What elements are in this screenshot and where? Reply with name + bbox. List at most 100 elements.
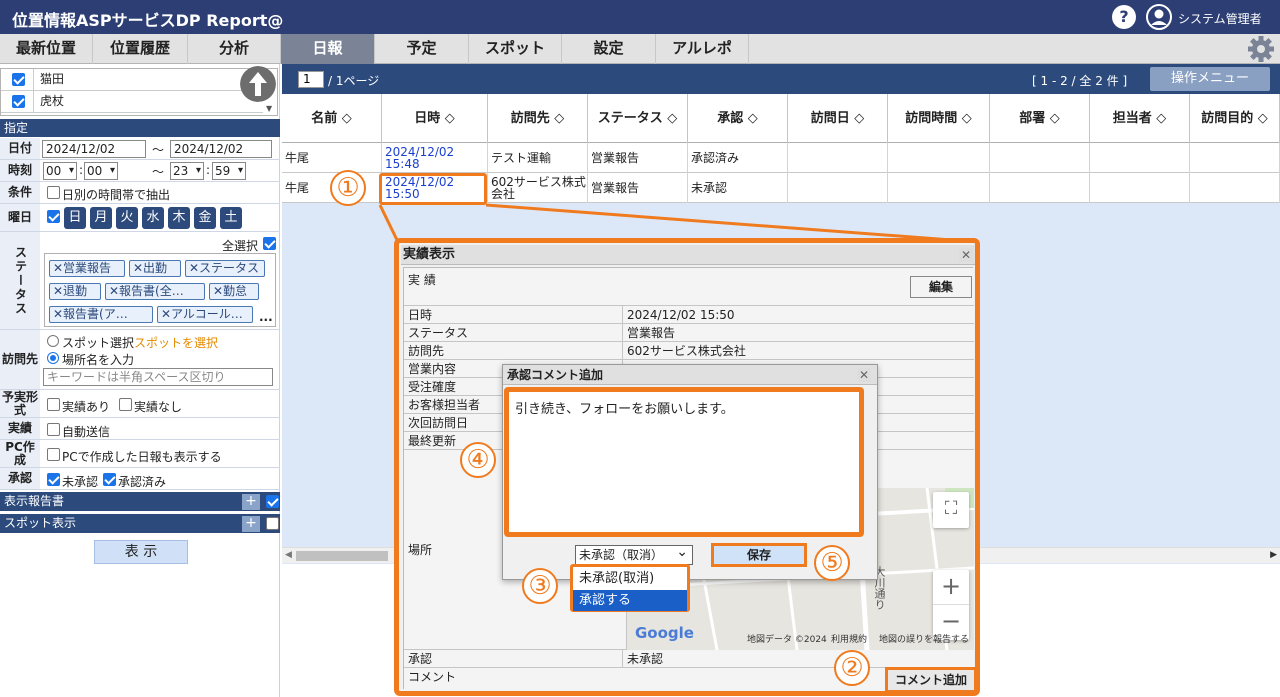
time-from-minute-select[interactable]: 00 <box>84 162 118 180</box>
col-visit-date[interactable]: 訪問日 ◇ <box>788 94 888 143</box>
user-name[interactable]: システム管理者 <box>1178 10 1262 27</box>
approval-select[interactable]: 未承認（取消） <box>575 543 693 565</box>
day-wed-button[interactable]: 水 <box>142 207 164 229</box>
scroll-left-icon[interactable]: ◀ <box>285 550 292 560</box>
cell-status: 営業報告 <box>588 143 688 173</box>
approved-label: 承認済み <box>118 475 167 489</box>
edit-button[interactable]: 編集 <box>910 276 972 298</box>
time-from-hour-select[interactable]: 00 <box>43 162 77 180</box>
cell-empty <box>888 173 990 203</box>
zoom-in-button[interactable]: + <box>933 570 969 605</box>
unapproved-checkbox[interactable] <box>47 473 60 486</box>
day-mon-button[interactable]: 月 <box>90 207 112 229</box>
sidebar: 猫田 虎杖 ▼ 指定 日付 2024/12/02 〜 2024/12/02 時刻… <box>0 64 280 697</box>
status-tag[interactable]: ✕アルコール… <box>157 306 253 323</box>
pc-checkbox[interactable] <box>47 448 60 461</box>
fullscreen-icon[interactable]: ⛶ <box>933 492 969 528</box>
auto-send-checkbox[interactable] <box>47 423 60 436</box>
operation-menu-button[interactable]: 操作メニュー <box>1150 67 1270 91</box>
day-sun-button[interactable]: 日 <box>64 207 86 229</box>
col-approval[interactable]: 承認 ◇ <box>688 94 788 143</box>
has-actual-checkbox[interactable] <box>47 398 60 411</box>
status-tag[interactable]: ✕ステータス <box>185 260 265 277</box>
col-department[interactable]: 部署 ◇ <box>990 94 1090 143</box>
add-comment-button[interactable]: コメント追加 <box>885 667 977 693</box>
page-input[interactable]: 1 <box>298 71 324 88</box>
status-tag[interactable]: ✕報告書(ア… <box>49 306 153 323</box>
scroll-top-icon[interactable] <box>240 66 276 102</box>
tab-analysis[interactable]: 分析 <box>188 34 281 64</box>
table-row[interactable]: 牛尾 2024/12/02 15:48 テスト運輸 営業報告 承認済み <box>282 143 1280 173</box>
report-checkbox[interactable] <box>266 495 279 508</box>
day-sat-button[interactable]: 土 <box>220 207 242 229</box>
no-actual-checkbox[interactable] <box>119 398 132 411</box>
user-row[interactable]: 猫田 <box>1 69 263 91</box>
approved-checkbox[interactable] <box>103 473 116 486</box>
help-icon[interactable]: ? <box>1112 5 1136 29</box>
cell-status: 営業報告 <box>588 173 688 203</box>
status-tag[interactable]: ✕出勤 <box>129 260 181 277</box>
tab-location-history[interactable]: 位置履歴 <box>93 34 188 64</box>
result-range: [ 1 - 2 / 全 2 件 ] <box>1032 74 1128 88</box>
report-plus-button[interactable]: + <box>242 494 260 510</box>
select-all-checkbox[interactable] <box>263 237 276 250</box>
scroll-right-icon[interactable]: ▶ <box>1270 550 1277 560</box>
close-icon[interactable]: ✕ <box>857 368 871 382</box>
day-tue-button[interactable]: 火 <box>116 207 138 229</box>
spot-select-radio[interactable] <box>47 335 59 347</box>
user-checkbox[interactable] <box>12 95 25 108</box>
app-window: 位置情報ASPサービスDP Report@ ? システム管理者 最新位置 位置履… <box>0 0 1280 697</box>
visit-row: 訪問先 スポット選択 スポットを選択 場所名を入力 キーワードは半角スペース区切… <box>0 330 280 390</box>
tab-alreport[interactable]: アルレポ <box>656 34 749 64</box>
tab-spot[interactable]: スポット <box>469 34 562 64</box>
spot-plus-button[interactable]: + <box>242 516 260 532</box>
tab-daily-report[interactable]: 日報 <box>281 34 375 64</box>
day-thu-button[interactable]: 木 <box>168 207 190 229</box>
col-visit-time[interactable]: 訪問時間 ◇ <box>888 94 990 143</box>
time-to-hour-select[interactable]: 23 <box>170 162 204 180</box>
col-datetime[interactable]: 日時 ◇ <box>382 94 488 143</box>
date-label: 日付 <box>0 138 40 159</box>
comment-textarea[interactable]: 引き続き、フォローをお願いします。 <box>504 387 864 537</box>
user-checkbox[interactable] <box>12 73 25 86</box>
option-unapprove[interactable]: 未承認(取消) <box>573 568 687 589</box>
date-to-input[interactable]: 2024/12/02 <box>170 140 272 158</box>
user-row[interactable]: 虎杖 <box>1 91 263 113</box>
map-report-link[interactable]: 地図の誤りを報告する <box>879 632 969 645</box>
condition-checkbox[interactable] <box>47 186 60 199</box>
chevron-down-icon[interactable]: ▼ <box>266 104 272 113</box>
time-to-minute-select[interactable]: 59 <box>212 162 246 180</box>
tab-latest-location[interactable]: 最新位置 <box>0 34 93 64</box>
map-terms-link[interactable]: 利用規約 <box>831 632 867 645</box>
tab-schedule[interactable]: 予定 <box>375 34 469 64</box>
col-name[interactable]: 名前 ◇ <box>282 94 382 143</box>
option-approve[interactable]: 承認する <box>573 590 687 611</box>
field-value: 営業報告 <box>622 324 974 341</box>
condition-option: 日別の時間帯で抽出 <box>62 188 171 202</box>
tab-settings[interactable]: 設定 <box>562 34 656 64</box>
cell-datetime-link[interactable]: 2024/12/02 15:48 <box>382 143 488 173</box>
status-tag[interactable]: ✕勤怠 <box>209 283 259 300</box>
user-icon[interactable] <box>1146 4 1172 30</box>
save-button[interactable]: 保存 <box>711 543 807 567</box>
cell-empty <box>1090 143 1190 173</box>
spot-select-link[interactable]: スポットを選択 <box>134 334 218 351</box>
date-from-input[interactable]: 2024/12/02 <box>42 140 146 158</box>
status-tag[interactable]: ✕営業報告 <box>49 260 125 277</box>
close-icon[interactable]: ✕ <box>959 248 973 262</box>
day-fri-button[interactable]: 金 <box>194 207 216 229</box>
col-purpose[interactable]: 訪問目的 ◇ <box>1190 94 1280 143</box>
col-status[interactable]: ステータス ◇ <box>588 94 688 143</box>
col-person[interactable]: 担当者 ◇ <box>1090 94 1190 143</box>
weekday-all-checkbox[interactable] <box>47 210 60 223</box>
more-tags[interactable]: ... <box>259 310 273 324</box>
gear-icon[interactable] <box>1246 34 1276 64</box>
col-visit[interactable]: 訪問先 ◇ <box>488 94 588 143</box>
keyword-input[interactable]: キーワードは半角スペース区切り <box>43 368 273 386</box>
scrollbar-thumb[interactable] <box>296 551 388 561</box>
display-button[interactable]: 表 示 <box>94 540 188 564</box>
status-tag[interactable]: ✕退勤 <box>49 283 101 300</box>
place-input-radio[interactable] <box>47 352 59 364</box>
spot-checkbox[interactable] <box>266 517 279 530</box>
status-tag[interactable]: ✕報告書(全… <box>105 283 205 300</box>
